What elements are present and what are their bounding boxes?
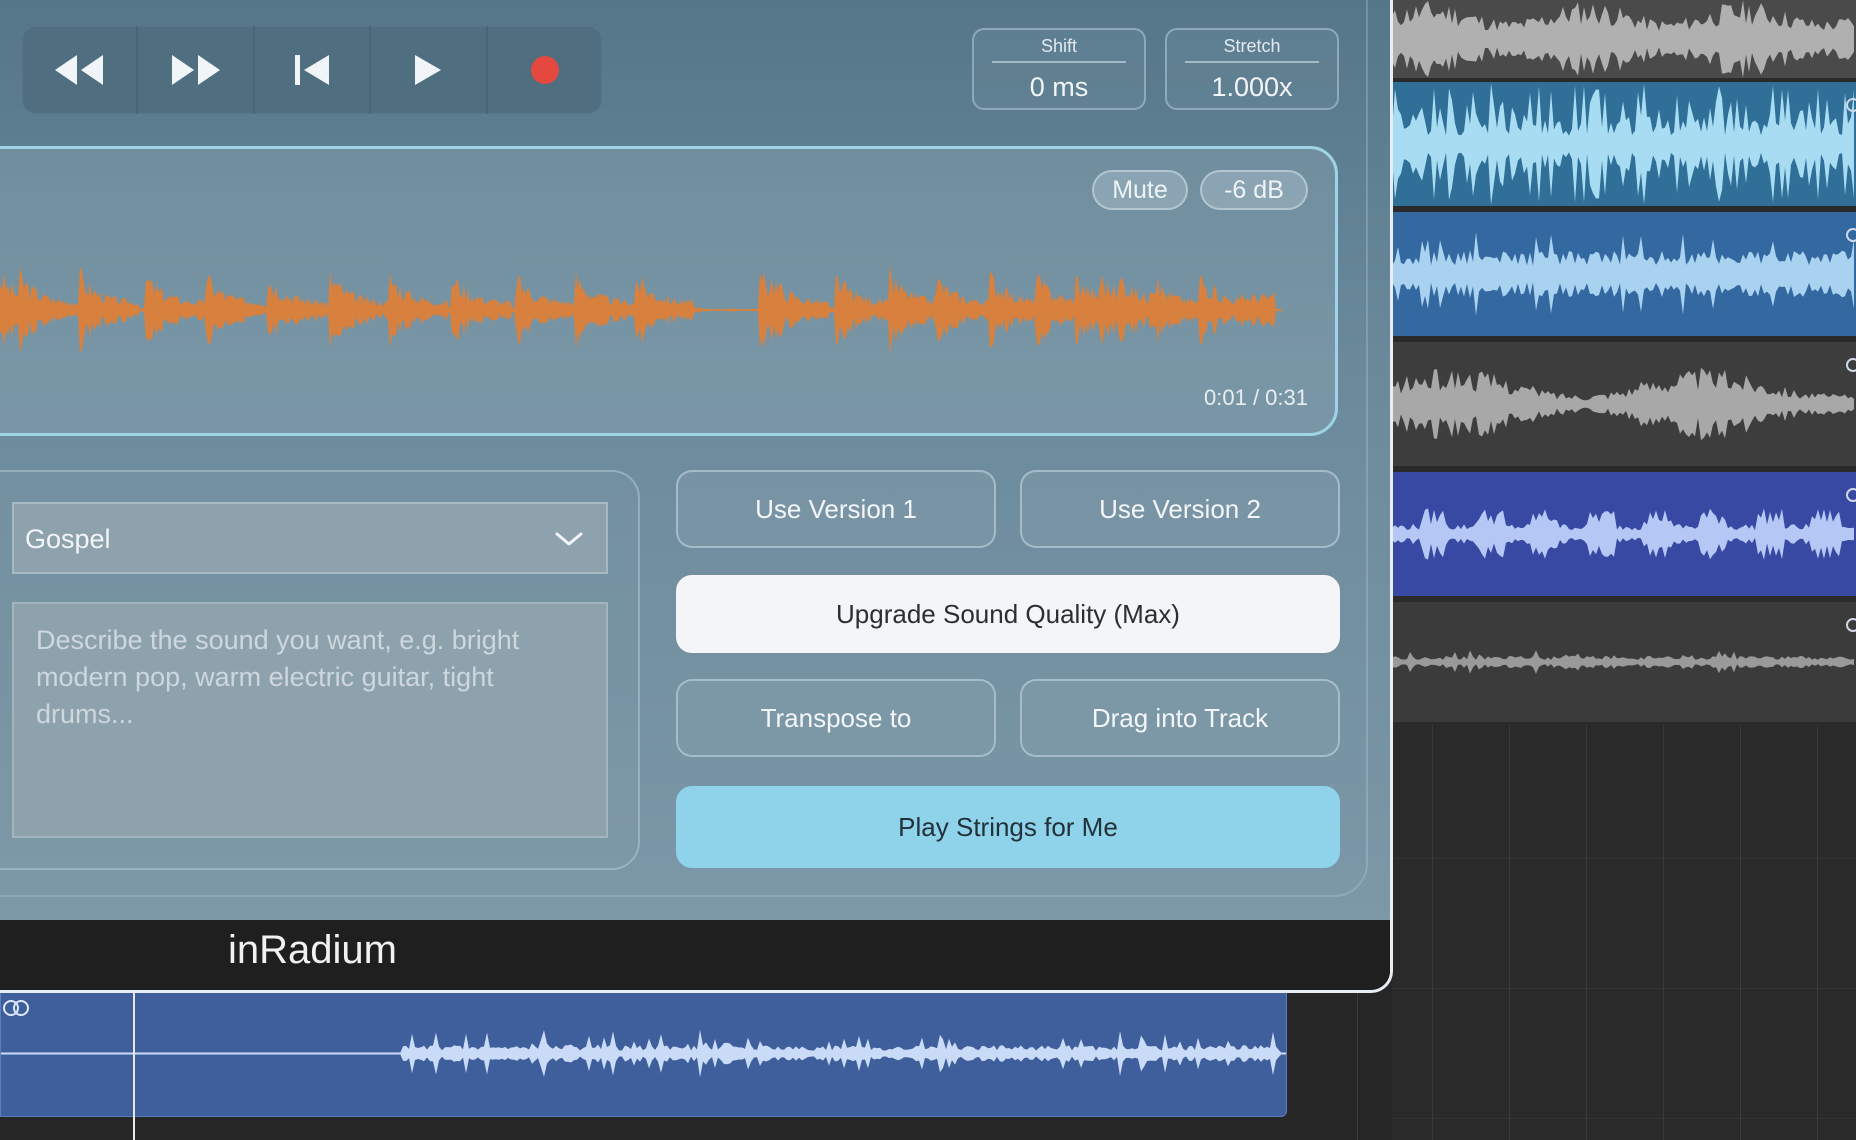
mute-button[interactable]: Mute bbox=[1092, 170, 1188, 210]
track-loop-icon[interactable] bbox=[1846, 358, 1856, 372]
track-loop-icon[interactable] bbox=[1846, 488, 1856, 502]
loop-icon[interactable] bbox=[2, 998, 32, 1018]
sound-description-input[interactable] bbox=[12, 602, 608, 838]
track-waveform bbox=[1392, 83, 1854, 205]
play-strings-button[interactable]: Play Strings for Me bbox=[676, 786, 1340, 868]
drag-into-track-button[interactable]: Drag into Track bbox=[1020, 679, 1340, 757]
divider bbox=[992, 61, 1126, 63]
grid-line bbox=[1432, 725, 1433, 1140]
daw-track-area bbox=[1392, 0, 1856, 1140]
track-waveform bbox=[1392, 508, 1854, 560]
upgrade-sound-quality-button[interactable]: Upgrade Sound Quality (Max) bbox=[676, 575, 1340, 653]
plugin-title: inRadium bbox=[228, 928, 397, 972]
daw-track-3[interactable] bbox=[1392, 212, 1856, 336]
track-loop-icon[interactable] bbox=[1846, 228, 1856, 242]
grid-line bbox=[1509, 725, 1510, 1140]
grid-line bbox=[1817, 725, 1818, 1140]
plugin-window: Shift 0 ms Stretch 1.000x Mute -6 dB 0:0… bbox=[0, 0, 1393, 993]
record-icon bbox=[530, 56, 559, 84]
track-waveform bbox=[1392, 0, 1854, 78]
grid-line bbox=[1586, 725, 1587, 1140]
use-version-2-button[interactable]: Use Version 2 bbox=[1020, 470, 1340, 548]
track-waveform bbox=[1392, 650, 1854, 674]
rewind-button[interactable] bbox=[22, 26, 139, 114]
audio-region[interactable] bbox=[0, 990, 1287, 1117]
divider bbox=[1185, 61, 1319, 63]
plugin-body: Shift 0 ms Stretch 1.000x Mute -6 dB 0:0… bbox=[0, 0, 1390, 920]
time-readout: 0:01 / 0:31 bbox=[1204, 385, 1308, 410]
use-version-1-button[interactable]: Use Version 1 bbox=[676, 470, 996, 548]
rewind-icon bbox=[55, 55, 104, 85]
grid-line bbox=[1392, 858, 1856, 859]
shift-value[interactable]: 0 ms bbox=[974, 72, 1144, 103]
fast-forward-icon bbox=[171, 55, 220, 85]
daw-track-6[interactable] bbox=[1392, 602, 1856, 722]
stretch-label: Stretch bbox=[1223, 36, 1281, 56]
transport-bar bbox=[22, 26, 602, 114]
gain-button[interactable]: -6 dB bbox=[1200, 170, 1308, 210]
audio-waveform[interactable] bbox=[0, 260, 1300, 360]
grid-line bbox=[1740, 725, 1741, 1140]
daw-track-1[interactable] bbox=[1392, 0, 1856, 78]
fast-forward-button[interactable] bbox=[138, 26, 255, 114]
skip-to-start-icon bbox=[295, 55, 330, 85]
track-waveform bbox=[1392, 232, 1854, 316]
genre-dropdown[interactable]: Gospel bbox=[12, 502, 608, 574]
daw-track-5[interactable] bbox=[1392, 472, 1856, 596]
grid-line bbox=[1392, 988, 1856, 989]
plugin-title-bar bbox=[0, 920, 1390, 990]
region-waveform bbox=[1, 1029, 1286, 1078]
skip-to-start-button[interactable] bbox=[255, 26, 372, 114]
stretch-value[interactable]: 1.000x bbox=[1167, 72, 1337, 103]
timeline-grid bbox=[1285, 990, 1392, 1140]
chevron-down-icon bbox=[555, 532, 583, 546]
track-waveform bbox=[1392, 367, 1854, 441]
transpose-button[interactable]: Transpose to bbox=[676, 679, 996, 757]
track-loop-icon[interactable] bbox=[1846, 98, 1856, 112]
daw-track-2[interactable] bbox=[1392, 82, 1856, 206]
play-icon bbox=[415, 55, 442, 85]
shift-control[interactable]: Shift 0 ms bbox=[972, 28, 1146, 110]
record-button[interactable] bbox=[488, 26, 602, 114]
track-loop-icon[interactable] bbox=[1846, 618, 1856, 632]
grid-line bbox=[1663, 725, 1664, 1140]
play-button[interactable] bbox=[371, 26, 488, 114]
playhead[interactable] bbox=[133, 990, 135, 1140]
shift-label: Shift bbox=[1040, 36, 1078, 56]
genre-selected-value: Gospel bbox=[25, 524, 111, 554]
grid-line bbox=[1392, 1118, 1856, 1119]
grid-line bbox=[1357, 990, 1358, 1140]
daw-track-4[interactable] bbox=[1392, 342, 1856, 466]
stretch-control[interactable]: Stretch 1.000x bbox=[1165, 28, 1339, 110]
